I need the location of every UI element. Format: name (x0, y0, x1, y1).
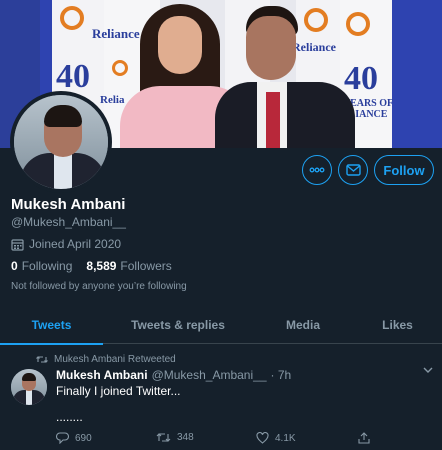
message-button[interactable] (338, 155, 368, 185)
reply-icon (56, 432, 69, 444)
tweet-author-handle[interactable]: @Mukesh_Ambani__ (152, 368, 267, 382)
photo-person-face (158, 16, 202, 74)
tweet-author-name[interactable]: Mukesh Ambani (56, 368, 148, 382)
share-button[interactable] (358, 432, 370, 444)
avatar-shirt (54, 153, 72, 189)
joined-date: Joined April 2020 (11, 237, 121, 251)
share-icon (358, 432, 370, 444)
photo-person-tie (266, 92, 280, 148)
reliance-logo-icon (60, 6, 84, 30)
tweet-author-avatar[interactable] (11, 369, 47, 405)
mail-icon (345, 164, 361, 176)
banner-brand-text: Reliance (92, 26, 140, 41)
chevron-down-icon (423, 367, 433, 373)
more-options-button[interactable] (302, 155, 332, 185)
banner-stripe-right (392, 0, 442, 148)
reliance-logo-icon (304, 8, 328, 32)
more-icon (309, 167, 325, 173)
tweet-menu-button[interactable] (423, 367, 433, 373)
avatar-hair (44, 105, 82, 127)
retweet-icon (156, 432, 171, 443)
retweet-button[interactable]: 348 (156, 432, 194, 443)
follow-stats: 0 Following 8,589 Followers (11, 259, 172, 273)
like-count: 4.1K (275, 432, 296, 444)
tweet-header: Mukesh Ambani @Mukesh_Ambani__ · 7h (56, 368, 291, 382)
followers-label: Followers (120, 259, 172, 273)
tweet-text-continuation: ........ (56, 410, 83, 424)
retweet-label: Mukesh Ambani Retweeted (54, 354, 176, 365)
avatar-shirt (26, 390, 32, 405)
profile-name: Mukesh Ambani (11, 196, 126, 213)
profile-avatar[interactable] (10, 91, 112, 193)
calendar-icon (11, 238, 24, 251)
joined-text: Joined April 2020 (29, 237, 122, 251)
profile-handle: @Mukesh_Ambani__ (11, 215, 126, 229)
tweet-time[interactable]: · 7h (271, 368, 292, 382)
avatar-hair (22, 373, 36, 381)
tab-tweets[interactable]: Tweets (0, 305, 103, 345)
heart-icon (256, 432, 269, 444)
not-followed-notice: Not followed by anyone you’re following (11, 281, 187, 292)
following-count: 0 (11, 259, 18, 273)
retweet-icon (36, 355, 48, 364)
tab-tweets-and-replies[interactable]: Tweets & replies (103, 305, 253, 344)
reliance-logo-small-icon (112, 60, 128, 76)
profile-page: Reliance 40 Relia Reliance 40 YEARS OF L… (0, 0, 442, 450)
following-link[interactable]: 0 Following (11, 259, 72, 273)
following-label: Following (21, 259, 73, 273)
followers-count: 8,589 (86, 259, 117, 273)
follow-button[interactable]: Follow (374, 155, 434, 185)
photo-person-face (246, 16, 296, 80)
reliance-logo-icon (346, 12, 370, 36)
reply-button[interactable]: 690 (56, 432, 92, 444)
tweet-text: Finally I joined Twitter... (56, 384, 181, 398)
profile-tabs: Tweets Tweets & replies Media Likes (0, 305, 442, 345)
retweet-indicator: Mukesh Ambani Retweeted (36, 354, 176, 365)
retweet-count: 348 (177, 432, 194, 443)
followers-link[interactable]: 8,589 Followers (86, 259, 171, 273)
tab-likes[interactable]: Likes (353, 305, 442, 344)
banner-logo-number-right: 40 (344, 60, 378, 97)
reply-count: 690 (75, 432, 92, 444)
banner-logo-number: 40 (56, 58, 90, 95)
tab-media[interactable]: Media (253, 305, 353, 344)
banner-brand-text-right: Reliance (292, 40, 336, 54)
like-button[interactable]: 4.1K (256, 432, 296, 444)
